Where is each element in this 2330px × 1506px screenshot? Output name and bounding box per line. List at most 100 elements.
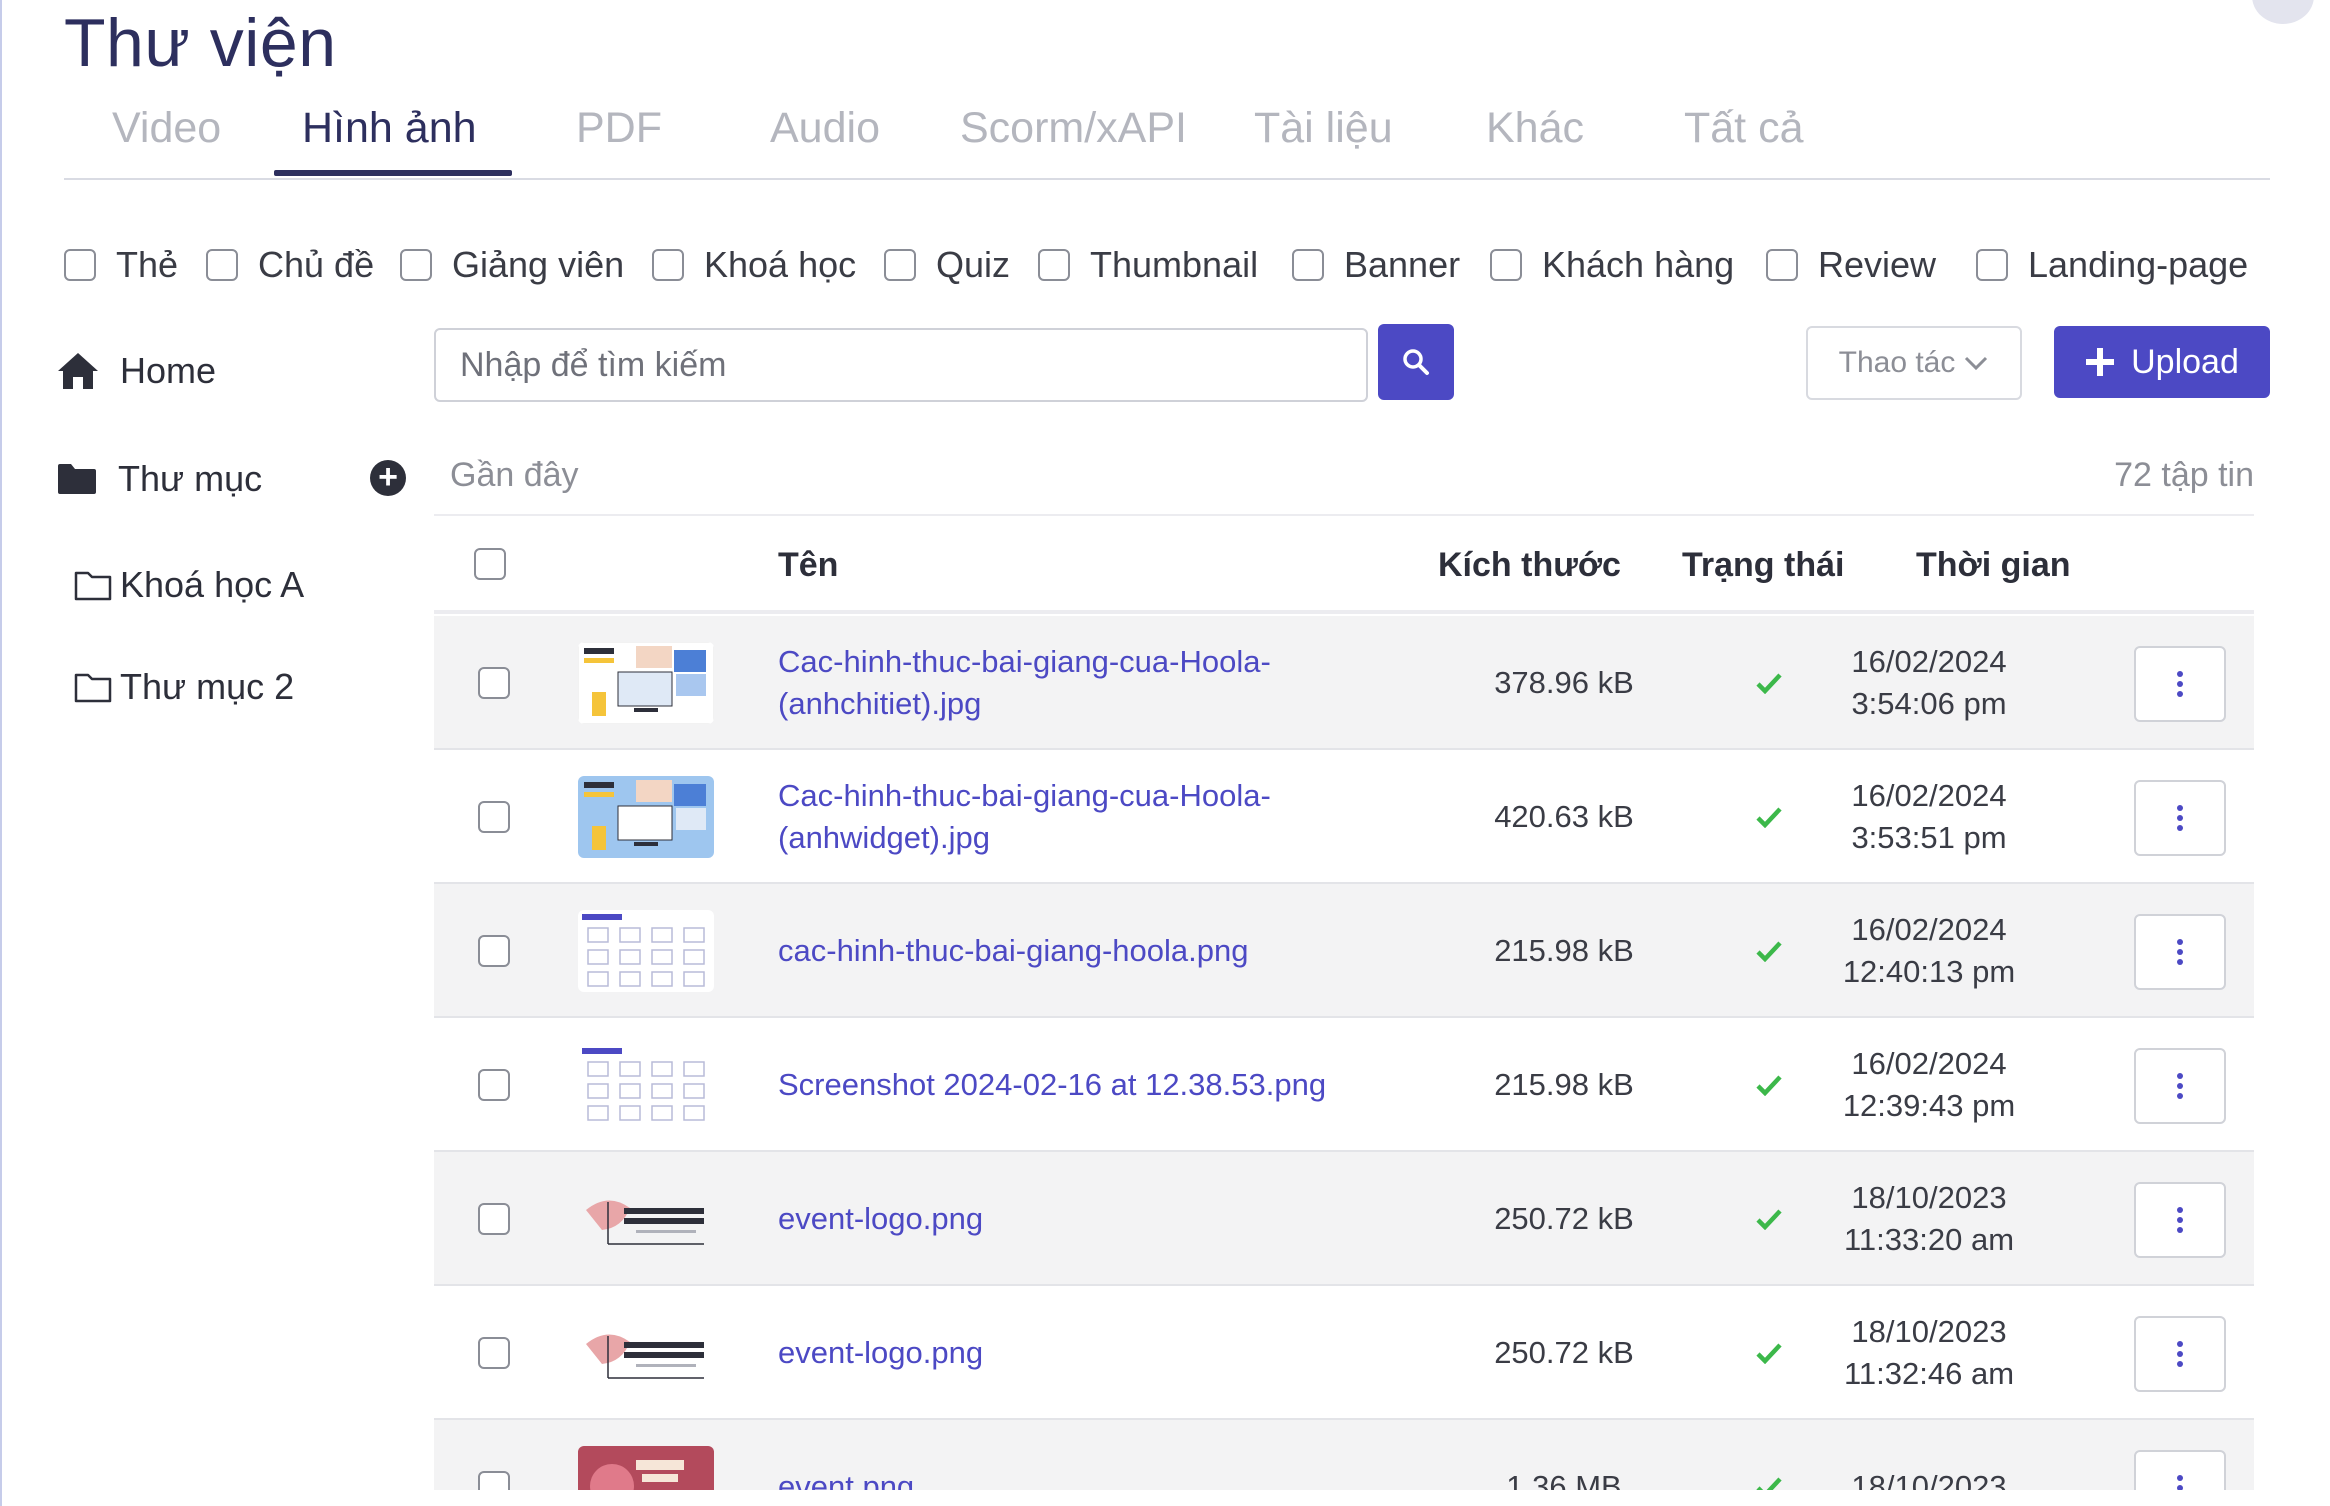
filter-khoa-hoc[interactable]: Khoá học [652, 244, 856, 286]
file-name-link[interactable]: Cac-hinh-thuc-bai-giang-cua-Hoola- (anhch… [778, 616, 1338, 750]
row-more-button[interactable] [2134, 1182, 2226, 1258]
filter-landing-page[interactable]: Landing-page [1976, 244, 2248, 286]
file-thumbnail[interactable] [578, 1178, 714, 1260]
tab-all[interactable]: Tất cả [1684, 104, 1804, 153]
filter-checkbox[interactable] [1038, 249, 1070, 281]
row-more-button[interactable] [2134, 1048, 2226, 1124]
filter-checkbox[interactable] [884, 249, 916, 281]
row-more-button[interactable] [2134, 914, 2226, 990]
file-time: 18/10/2023 [1851, 1469, 2007, 1490]
tab-audio[interactable]: Audio [770, 104, 880, 153]
filter-chu-de[interactable]: Chủ đề [206, 244, 374, 286]
search-input[interactable] [434, 328, 1368, 402]
search-button[interactable] [1378, 324, 1454, 400]
table-row[interactable]: Cac-hinh-thuc-bai-giang-cua-Hoola- (anhwi… [434, 750, 2254, 884]
tab-scorm[interactable]: Scorm/xAPI [960, 104, 1187, 153]
sidebar-folder-thu-muc-2[interactable]: Thư mục 2 [74, 666, 294, 708]
select-all-checkbox[interactable] [474, 548, 506, 580]
row-more-button[interactable] [2134, 780, 2226, 856]
folder-outline-icon [74, 571, 112, 601]
filter-checkbox[interactable] [64, 249, 96, 281]
filter-giang-vien[interactable]: Giảng viên [400, 244, 624, 286]
filter-review[interactable]: Review [1766, 244, 1936, 286]
filter-checkbox[interactable] [1490, 249, 1522, 281]
tab-video[interactable]: Video [112, 104, 221, 153]
file-name-link[interactable]: event-logo.png [778, 1286, 1338, 1420]
row-checkbox[interactable] [478, 667, 510, 699]
filter-the[interactable]: Thẻ [64, 244, 178, 286]
media-type-tabs: Video Hình ảnh PDF Audio Scorm/xAPI Tài … [64, 96, 2270, 180]
plus-icon [2086, 348, 2115, 376]
file-thumbnail[interactable] [578, 642, 714, 724]
file-name-link[interactable]: event.png [778, 1420, 1338, 1490]
row-more-button[interactable] [2134, 646, 2226, 722]
filter-checkbox[interactable] [400, 249, 432, 281]
file-thumbnail[interactable] [578, 910, 714, 992]
row-more-button[interactable] [2134, 1450, 2226, 1490]
more-vertical-icon [2177, 939, 2183, 965]
filter-checkbox[interactable] [1766, 249, 1798, 281]
sidebar-folder-khoa-hoc-a[interactable]: Khoá học A [74, 564, 304, 606]
file-size: 1.36 MB [1506, 1469, 1622, 1490]
row-checkbox[interactable] [478, 1337, 510, 1369]
check-icon [1746, 1330, 1792, 1376]
filter-checkbox[interactable] [652, 249, 684, 281]
more-vertical-icon [2177, 805, 2183, 831]
folder-outline-icon [74, 673, 112, 703]
tab-images[interactable]: Hình ảnh [302, 104, 477, 153]
bulk-action-dropdown[interactable]: Thao tác [1806, 326, 2022, 400]
column-name[interactable]: Tên [778, 546, 838, 585]
row-checkbox[interactable] [478, 935, 510, 967]
file-time: 16/02/2024 12:39:43 pm [1842, 1046, 2016, 1123]
table-row[interactable]: Screenshot 2024-02-16 at 12.38.53.png 21… [434, 1018, 2254, 1152]
page-title: Thư viện [64, 5, 337, 81]
tab-pdf[interactable]: PDF [576, 104, 662, 153]
filter-khach-hang[interactable]: Khách hàng [1490, 244, 1734, 286]
table-row[interactable]: Cac-hinh-thuc-bai-giang-cua-Hoola- (anhch… [434, 616, 2254, 750]
file-thumbnail[interactable] [578, 1446, 714, 1490]
folder-filled-icon [58, 464, 96, 494]
filter-banner[interactable]: Banner [1292, 244, 1460, 286]
filter-checkbox[interactable] [206, 249, 238, 281]
column-time[interactable]: Thời gian [1916, 546, 2071, 585]
more-vertical-icon [2177, 1073, 2183, 1099]
row-checkbox[interactable] [478, 1069, 510, 1101]
filter-quiz[interactable]: Quiz [884, 244, 1010, 286]
upload-button[interactable]: Upload [2054, 326, 2270, 398]
file-count: 72 tập tin [2114, 456, 2254, 494]
table-row[interactable]: event-logo.png 250.72 kB 18/10/2023 11:32… [434, 1286, 2254, 1420]
row-checkbox[interactable] [478, 1203, 510, 1235]
row-checkbox[interactable] [478, 801, 510, 833]
notification-icon[interactable] [2252, 0, 2314, 24]
file-thumbnail[interactable] [578, 1044, 714, 1126]
add-folder-icon[interactable]: + [370, 460, 406, 496]
filter-checkbox[interactable] [1976, 249, 2008, 281]
file-thumbnail[interactable] [578, 1312, 714, 1394]
table-row[interactable]: event-logo.png 250.72 kB 18/10/2023 11:33… [434, 1152, 2254, 1286]
file-thumbnail[interactable] [578, 776, 714, 858]
sidebar-item-folders[interactable]: Thư mục [56, 458, 262, 500]
filter-checkbox[interactable] [1292, 249, 1324, 281]
file-size: 250.72 kB [1494, 1201, 1634, 1236]
file-name-link[interactable]: Cac-hinh-thuc-bai-giang-cua-Hoola- (anhwi… [778, 750, 1338, 884]
active-tab-indicator [274, 170, 512, 176]
column-status[interactable]: Trạng thái [1682, 546, 1844, 585]
tab-other[interactable]: Khác [1486, 104, 1584, 153]
file-name-link[interactable]: cac-hinh-thuc-bai-giang-hoola.png [778, 884, 1338, 1018]
file-name-link[interactable]: event-logo.png [778, 1152, 1338, 1286]
table-row[interactable]: event.png 1.36 MB 18/10/2023 [434, 1420, 2254, 1490]
filter-thumbnail[interactable]: Thumbnail [1038, 244, 1258, 286]
sidebar-item-home[interactable]: Home [56, 350, 216, 392]
tag-filters: Thẻ Chủ đề Giảng viên Khoá học Quiz Thum… [64, 244, 2284, 292]
check-icon [1746, 1062, 1792, 1108]
file-size: 215.98 kB [1494, 933, 1634, 968]
table-row[interactable]: cac-hinh-thuc-bai-giang-hoola.png 215.98… [434, 884, 2254, 1018]
row-checkbox[interactable] [478, 1471, 510, 1490]
file-name-link[interactable]: Screenshot 2024-02-16 at 12.38.53.png [778, 1018, 1338, 1152]
tab-documents[interactable]: Tài liệu [1254, 104, 1393, 153]
column-size[interactable]: Kích thước [1438, 546, 1621, 585]
file-size: 420.63 kB [1494, 799, 1634, 834]
check-icon [1746, 794, 1792, 840]
file-time: 16/02/2024 3:54:06 pm [1851, 644, 2007, 721]
row-more-button[interactable] [2134, 1316, 2226, 1392]
